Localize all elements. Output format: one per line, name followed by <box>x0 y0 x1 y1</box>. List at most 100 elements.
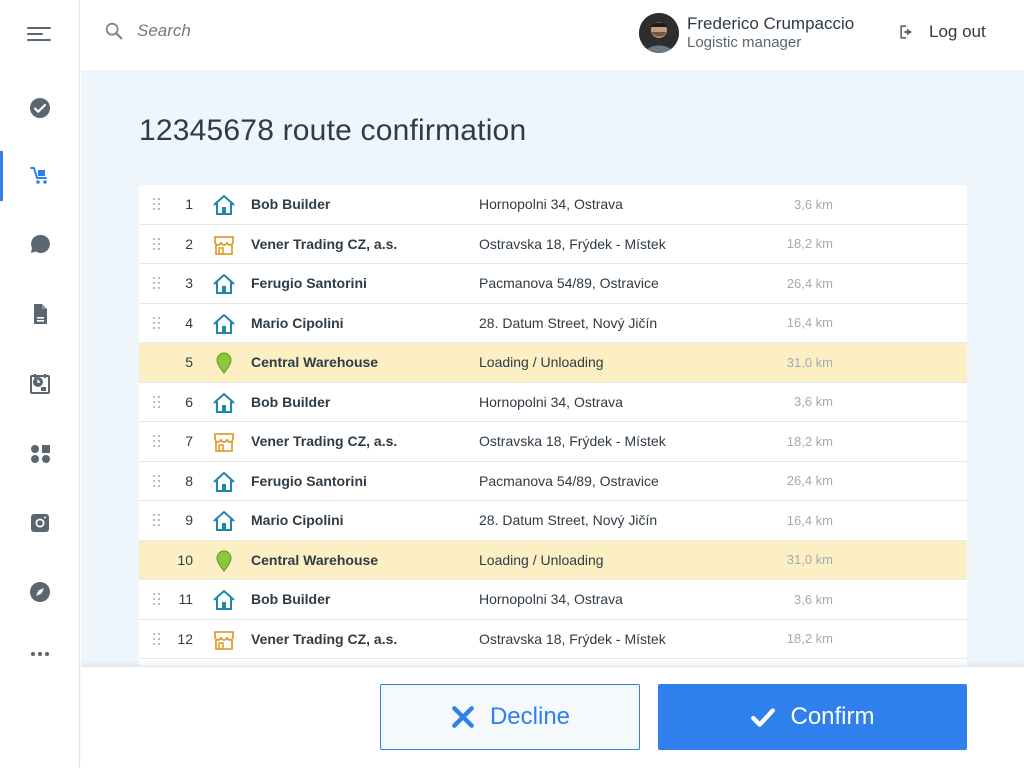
close-icon <box>452 706 474 728</box>
row-name: Bob Builder <box>251 196 331 213</box>
table-row[interactable]: 4 Mario Cipolini 28. Datum Street, Nový Ji… <box>139 303 967 343</box>
row-address: Loading / Unloading <box>479 354 604 371</box>
house-icon <box>213 471 235 492</box>
sidebar-item-apps[interactable] <box>0 429 80 479</box>
drag-handle-icon[interactable] <box>153 237 161 250</box>
drag-handle-icon[interactable] <box>153 316 161 329</box>
sidebar-item-camera[interactable] <box>0 498 80 548</box>
sidebar <box>0 0 80 768</box>
drag-handle-icon[interactable] <box>153 277 161 289</box>
search-box[interactable] <box>103 20 437 42</box>
row-name: Vener Trading CZ, a.s. <box>251 235 398 252</box>
row-distance: 3,6 km <box>793 196 833 212</box>
menu-toggle-icon[interactable] <box>27 24 53 44</box>
chat-bubble-icon <box>31 234 50 253</box>
house-icon <box>213 590 235 610</box>
house-icon <box>213 313 235 334</box>
drag-handle-icon[interactable] <box>153 593 161 605</box>
sidebar-item-more[interactable] <box>0 629 80 679</box>
compass-icon <box>30 582 50 602</box>
table-row[interactable]: 5 Central Warehouse Loading / Unloading 31,… <box>139 343 967 383</box>
drag-handle-icon[interactable] <box>153 435 161 447</box>
table-row[interactable]: 7 Vener Trading CZ, a.s. Ostravska 18, Frý… <box>139 422 967 462</box>
drag-handle-icon[interactable] <box>153 395 161 408</box>
location-pin-icon <box>216 352 232 374</box>
row-number: 8 <box>185 472 193 489</box>
row-name: Central Warehouse <box>251 354 379 371</box>
drag-handle-icon[interactable] <box>153 474 161 487</box>
location-pin-icon <box>216 549 232 572</box>
check-circle-icon <box>30 98 50 118</box>
house-icon <box>213 392 235 413</box>
row-distance: 26,4 km <box>786 275 833 291</box>
row-distance: 31,0 km <box>786 354 833 370</box>
row-number: 10 <box>177 551 193 568</box>
sidebar-item-messages[interactable] <box>0 219 80 269</box>
table-row[interactable]: 6 Bob Builder Hornopolni 34, Ostrava 3,6 km <box>139 382 967 422</box>
row-distance: 26,4 km <box>786 473 833 489</box>
row-distance: 31,0 km <box>786 552 833 568</box>
avatar-icon <box>639 13 679 53</box>
row-name: Bob Builder <box>251 591 331 608</box>
row-address: Ostravska 18, Frýdek - Místek <box>479 630 666 647</box>
confirm-button[interactable]: Confirm <box>658 684 967 750</box>
logout-button[interactable]: Log out <box>897 22 986 42</box>
shop-icon <box>214 235 234 255</box>
table-row[interactable]: 10 Central Warehouse Loading / Unloading 31… <box>139 540 967 580</box>
row-address: Pacmanova 54/89, Ostravice <box>479 472 659 489</box>
table-row[interactable]: 8 Ferugio Santorini Pacmanova 54/89, Ostra… <box>139 461 967 501</box>
table-row[interactable]: 1 Bob Builder Hornopolni 34, Ostrava 3,6 km <box>139 185 967 225</box>
sidebar-item-routes[interactable] <box>0 151 80 201</box>
table-row[interactable]: 12 Vener Trading CZ, a.s. Ostravska 18, Fr… <box>139 619 967 659</box>
sidebar-item-schedule[interactable] <box>0 359 80 409</box>
sidebar-item-navigation[interactable] <box>0 567 80 617</box>
shop-icon <box>214 630 234 650</box>
row-name: Vener Trading CZ, a.s. <box>251 433 398 450</box>
row-address: Loading / Unloading <box>479 551 604 568</box>
row-number: 1 <box>185 196 193 213</box>
table-row[interactable]: 9 Mario Cipolini 28. Datum Street, Nový Ji… <box>139 501 967 541</box>
row-distance: 3,6 km <box>793 394 833 410</box>
row-distance: 18,2 km <box>786 631 833 647</box>
decline-label: Decline <box>489 703 571 730</box>
search-input[interactable] <box>137 21 437 41</box>
row-address: Hornopolni 34, Ostrava <box>479 196 623 213</box>
camera-icon <box>31 514 49 532</box>
sidebar-item-documents[interactable] <box>0 289 80 339</box>
house-icon <box>213 195 235 215</box>
row-address: 28. Datum Street, Nový Jičín <box>479 314 658 331</box>
cart-icon <box>30 167 47 184</box>
search-icon <box>105 22 123 40</box>
row-name: Vener Trading CZ, a.s. <box>251 630 398 647</box>
row-number: 5 <box>185 354 193 371</box>
row-address: Pacmanova 54/89, Ostravice <box>479 275 659 292</box>
user-role: Logistic manager <box>687 34 802 51</box>
row-name: Mario Cipolini <box>251 512 344 529</box>
confirm-label: Confirm <box>790 703 875 730</box>
user-profile[interactable]: Frederico Crumpaccio Logistic manager <box>639 13 854 53</box>
drag-handle-icon[interactable] <box>153 198 161 210</box>
drag-handle-icon[interactable] <box>153 632 161 645</box>
sidebar-item-tasks[interactable] <box>0 83 80 133</box>
row-distance: 18,2 km <box>786 236 833 252</box>
row-number: 12 <box>177 630 193 647</box>
calendar-clock-icon <box>30 374 50 394</box>
row-number: 3 <box>185 275 193 292</box>
row-name: Bob Builder <box>251 393 331 410</box>
drag-handle-icon[interactable] <box>153 514 161 526</box>
row-number: 4 <box>185 314 193 331</box>
apps-icon <box>31 445 50 463</box>
table-row[interactable]: 3 Ferugio Santorini Pacmanova 54/89, Ostra… <box>139 264 967 304</box>
row-address: 28. Datum Street, Nový Jičín <box>479 512 658 529</box>
row-number: 6 <box>185 393 193 410</box>
decline-button[interactable]: Decline <box>380 684 640 750</box>
main-content: 12345678 route confirmation 1 Bob Builder… <box>81 70 1024 768</box>
shop-icon <box>214 433 234 452</box>
user-name: Frederico Crumpaccio <box>687 14 855 33</box>
row-name: Ferugio Santorini <box>251 472 367 489</box>
table-row[interactable]: 2 Vener Trading CZ, a.s. Ostravska 18, Frý… <box>139 224 967 264</box>
row-name: Mario Cipolini <box>251 314 344 331</box>
row-number: 2 <box>185 235 193 252</box>
table-row[interactable]: 11 Bob Builder Hornopolni 34, Ostrava 3,6 k… <box>139 580 967 620</box>
document-icon <box>34 304 47 324</box>
